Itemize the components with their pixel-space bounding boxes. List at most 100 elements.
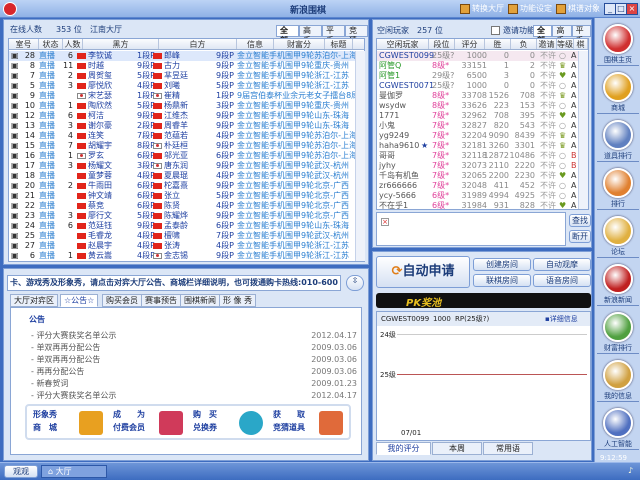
black-player[interactable]: 赵晨宇 <box>77 241 112 251</box>
promo-link[interactable]: 形象秀商 城 <box>33 409 109 437</box>
notice-item[interactable]: - 新春贺词 2009.01.23 <box>31 378 361 389</box>
player-row[interactable]: 阿管1 29级? 6500 3 0 不许 ♥ A <box>377 71 578 81</box>
notice-item[interactable]: - 评分大赛获奖名单公示 2012.04.17 <box>31 390 361 401</box>
col-invite[interactable]: 邀请 <box>537 39 557 49</box>
black-player[interactable]: 廖悦欣 <box>77 81 112 91</box>
game-table-scrollbar[interactable] <box>355 51 365 261</box>
disconnect-button[interactable]: 断开 <box>569 230 591 243</box>
white-player[interactable]: 古力 <box>153 61 180 71</box>
player-row[interactable]: 哥哥 7级* 32118 12872 10486 不许 ○ B <box>377 151 578 161</box>
tab-membership[interactable]: 购买会员 <box>102 294 142 307</box>
white-player[interactable]: 陈耀烨 <box>153 211 188 221</box>
white-player[interactable]: 江维杰 <box>153 111 188 121</box>
col-rank[interactable]: 段位 <box>429 39 455 49</box>
tab-this-week[interactable]: 本周 <box>432 442 482 455</box>
game-row[interactable]: ▣ 16 直播 1 罗玄 6段P 邬光亚 6段P 金立智能手机围甲9轮苏泊尔-上海 <box>9 151 357 161</box>
player-row[interactable]: 千岛有机鱼 7级* 32065 2200 2230 不许 ♥ A <box>377 171 578 181</box>
col-status[interactable]: 状态 <box>39 39 63 49</box>
invite-checkbox[interactable] <box>491 26 500 35</box>
game-row[interactable]: ▣ 17 直播 3 杨耀文 3段P 唐东润 9段P 金立智能手机围甲9轮武汉-杭州 <box>9 161 355 171</box>
filter-even[interactable]: 平手 <box>322 25 345 45</box>
black-player[interactable]: 胡耀宇 <box>77 141 112 151</box>
player-row[interactable]: CGWEST0099 25级? 1000 0 0 不许 ○ A <box>377 51 578 61</box>
player-table-scrollbar[interactable] <box>578 51 588 209</box>
game-row[interactable]: ▣ 7 直播 2 周贺玺 5段P 芈昱廷 9段P 金立智能手机围甲9轮浙江-江苏 <box>9 71 355 81</box>
white-player[interactable]: 唐东润 <box>153 161 188 171</box>
black-player[interactable]: 周贺玺 <box>77 71 112 81</box>
player-row[interactable]: wsydw 8级* 33626 223 153 不许 ○ A <box>377 101 578 111</box>
voice-room-button[interactable]: 语音房间 <box>533 274 591 287</box>
game-row[interactable]: ▣ 21 直播 钟文靖 6段P 张立 5段P 金立智能手机围甲9轮北京-广西 <box>9 191 355 201</box>
black-player[interactable]: 陶欣然 <box>77 101 112 111</box>
black-player[interactable]: 范廷钰 <box>77 221 112 231</box>
pair-room-button[interactable]: 联棋房间 <box>473 274 531 287</box>
settings-button[interactable]: 功能设定 <box>508 3 552 14</box>
game-row[interactable]: ▣ 10 直播 1 陶欣然 5段P 杨鼎新 3段P 金立智能手机围甲9轮重庆-贵州 <box>9 101 355 111</box>
sidebar-item[interactable]: 围棋主页 <box>597 24 639 66</box>
sidebar-item[interactable]: 新浪新闻 <box>597 264 639 306</box>
player-row[interactable]: jyhy 7级* 32073 2110 2220 不许 ○ B <box>377 161 578 171</box>
player-row[interactable]: yg9249 7级* 32204 9090 8439 不许 ♛ A <box>377 131 578 141</box>
notice-item[interactable]: - 评分大赛获奖名单公示 2012.04.17 <box>31 330 361 341</box>
filter-betting[interactable]: 竞猜 <box>345 25 368 45</box>
kifu-button[interactable]: 棋谱对象 <box>556 3 600 14</box>
filter-masters[interactable]: 高手 <box>299 25 322 45</box>
notice-item[interactable]: - 单双再再分配公告 2009.03.06 <box>31 342 361 353</box>
notice-item[interactable]: - 再再分配公告 2009.03.06 <box>31 366 361 377</box>
game-row[interactable]: ▣ 8 直播 11 时越 9段P 古力 9段P 金立智能手机围甲9轮重庆-贵州 <box>9 61 355 71</box>
sidebar-item[interactable]: 排行 <box>597 168 639 210</box>
player-row[interactable]: 不在乎1 6级* 31984 931 828 不许 ♥ A <box>377 201 578 211</box>
tab-events[interactable]: 赛事预告 <box>141 294 181 307</box>
sidebar-item[interactable]: 商城 <box>597 72 639 114</box>
col-manner[interactable]: 棋品 <box>574 39 588 60</box>
black-player[interactable]: 毛睿龙 <box>77 231 112 241</box>
player-row[interactable]: 曼伽罗 8级* 33708 1526 708 不许 ♛ A <box>377 91 578 101</box>
col-score[interactable]: 评分 <box>455 39 485 49</box>
black-player[interactable]: 黄云嵩 <box>77 251 112 261</box>
tab-avatar-show[interactable]: 形 像 秀 <box>219 294 257 307</box>
game-row[interactable]: ▣ 25 直播 毛睿龙 4段P 檀啸 7段P 金立智能手机围甲9轮武汉-杭州 <box>9 231 355 241</box>
col-black[interactable]: 黑方 <box>83 39 159 49</box>
tab-news[interactable]: 围棋新闻 <box>180 294 220 307</box>
switch-hall-button[interactable]: 转换大厅 <box>460 3 504 14</box>
col-room[interactable]: 室号 <box>9 39 39 49</box>
col-level[interactable]: 等级 <box>557 39 574 49</box>
white-player[interactable]: 金志锡 <box>153 251 188 261</box>
tab-hall[interactable]: 大厅对弈区 <box>10 294 58 307</box>
player-row[interactable]: 阿管Q 8级* 33151 1 2 不许 ♛ A <box>377 61 578 71</box>
sidebar-item[interactable]: 我的信息 <box>597 360 639 402</box>
auto-watch-button[interactable]: 自动观摩 <box>533 258 591 271</box>
white-player[interactable]: 张立 <box>153 191 180 201</box>
message-box[interactable]: × <box>376 212 566 246</box>
col-title[interactable]: 标题 <box>325 39 353 49</box>
sidebar-item[interactable]: 道具排行 <box>597 120 639 162</box>
col-player[interactable]: 空闲玩家 <box>377 39 429 49</box>
sidebar-item[interactable]: 人工智能 <box>597 408 639 450</box>
black-player[interactable]: 罗玄 <box>77 151 104 161</box>
black-player[interactable]: 连笑 <box>77 131 104 141</box>
white-player[interactable]: 张涛 <box>153 241 180 251</box>
white-player[interactable]: 檀啸 <box>153 231 180 241</box>
game-row[interactable]: ▣ 15 直播 7 胡耀宇 8段P 朴廷桓 9段P 金立智能手机围甲9轮苏泊尔-上海 <box>9 141 357 151</box>
marquee-toggle-button[interactable]: ⇳ <box>346 275 364 291</box>
white-player[interactable]: 柁嘉熹 <box>153 181 188 191</box>
white-player[interactable]: 朴廷桓 <box>153 141 188 151</box>
player-row[interactable]: zr666666 7级* 32048 411 452 不许 ○ A <box>377 181 578 191</box>
white-player[interactable]: 刘曦 <box>153 81 180 91</box>
white-player[interactable]: 夏晨琨 <box>153 171 188 181</box>
player-row[interactable]: CGWEST0071 25级? 1000 0 0 不许 ○ A <box>377 81 578 91</box>
promo-link[interactable]: 成 为付费会员 <box>113 409 189 437</box>
col-count[interactable]: 人数 <box>63 39 83 49</box>
game-row[interactable]: ▣ 22 直播 蔡竞 6段P 陈贤 4段P 金立智能手机围甲9轮北京-广西 <box>9 201 355 211</box>
notice-item[interactable]: - 单双再再分配公告 2009.03.06 <box>31 354 361 365</box>
close-button[interactable]: × <box>626 3 638 15</box>
white-player[interactable]: 崔精 <box>153 91 180 101</box>
black-player[interactable]: 牛雨田 <box>77 181 112 191</box>
black-player[interactable]: 钟文靖 <box>77 191 112 201</box>
white-player[interactable]: 范蕴若 <box>153 131 188 141</box>
black-player[interactable]: 柯洁 <box>77 111 104 121</box>
tab-phrases[interactable]: 常用语 <box>483 442 533 455</box>
filter-all[interactable]: 全部 <box>533 25 553 45</box>
player-row[interactable]: haha9610 ★ 7级* 32181 3260 3301 不许 ♛ A <box>377 141 578 151</box>
auto-apply-button[interactable]: ⟳自动申请 <box>376 256 470 288</box>
